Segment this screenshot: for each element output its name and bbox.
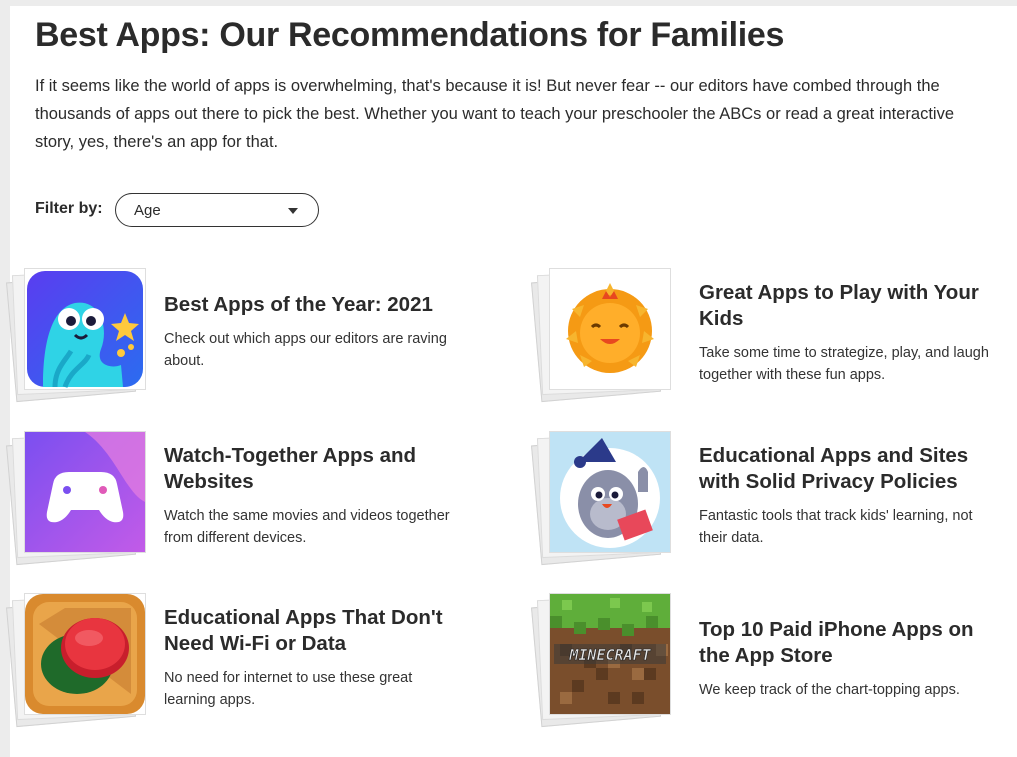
card-description: Fantastic tools that track kids' learnin… <box>699 508 973 546</box>
card-description: Watch the same movies and videos togethe… <box>164 508 450 546</box>
card-thumbnail <box>5 431 146 566</box>
card-title: Watch-Together Apps and Websites <box>164 444 417 493</box>
card-thumbnail: MINECRAFT <box>530 593 671 728</box>
minecraft-icon: MINECRAFT <box>549 593 671 715</box>
card-title: Educational Apps That Don't Need Wi-Fi o… <box>164 606 443 655</box>
minecraft-logo-text: MINECRAFT <box>568 646 651 664</box>
card-description: Check out which apps our editors are rav… <box>164 331 447 369</box>
red-button-box-icon <box>24 593 146 715</box>
card-title: Best Apps of the Year: 2021 <box>164 293 433 316</box>
page-intro: If it seems like the world of apps is ov… <box>35 77 955 151</box>
chevron-down-icon <box>288 208 298 214</box>
card-title: Great Apps to Play with Your Kids <box>699 281 979 330</box>
card-title: Educational Apps and Sites with Solid Pr… <box>699 444 969 493</box>
card-play-with-kids[interactable]: Great Apps to Play with Your Kids Take s… <box>530 268 989 403</box>
card-offline-apps[interactable]: Educational Apps That Don't Need Wi-Fi o… <box>5 593 462 728</box>
card-thumbnail <box>5 593 146 728</box>
reading-seal-icon <box>549 431 671 553</box>
page-title: Best Apps: Our Recommendations for Famil… <box>35 16 785 54</box>
card-description: Take some time to strategize, play, and … <box>699 345 989 383</box>
game-controller-icon <box>24 431 146 553</box>
card-thumbnail <box>530 431 671 566</box>
card-best-apps-2021[interactable]: Best Apps of the Year: 2021 Check out wh… <box>5 268 462 403</box>
age-filter-value: Age <box>134 202 161 219</box>
orange-lion-icon <box>549 268 671 390</box>
card-top-paid-iphone[interactable]: MINECRAFT Top 10 Paid iPhone Apps on the… <box>530 593 987 728</box>
blue-octopus-star-icon <box>24 268 146 390</box>
page-content: Best Apps: Our Recommendations for Famil… <box>5 6 1017 757</box>
card-title: Top 10 Paid iPhone Apps on the App Store <box>699 618 974 667</box>
filter-label: Filter by: <box>35 200 103 217</box>
card-thumbnail <box>5 268 146 403</box>
card-privacy-policies[interactable]: Educational Apps and Sites with Solid Pr… <box>530 431 987 566</box>
card-watch-together[interactable]: Watch-Together Apps and Websites Watch t… <box>5 431 462 566</box>
card-description: We keep track of the chart-topping apps. <box>699 682 960 698</box>
card-thumbnail <box>530 268 671 403</box>
card-description: No need for internet to use these great … <box>164 670 413 708</box>
age-filter-select[interactable]: Age <box>115 193 319 227</box>
